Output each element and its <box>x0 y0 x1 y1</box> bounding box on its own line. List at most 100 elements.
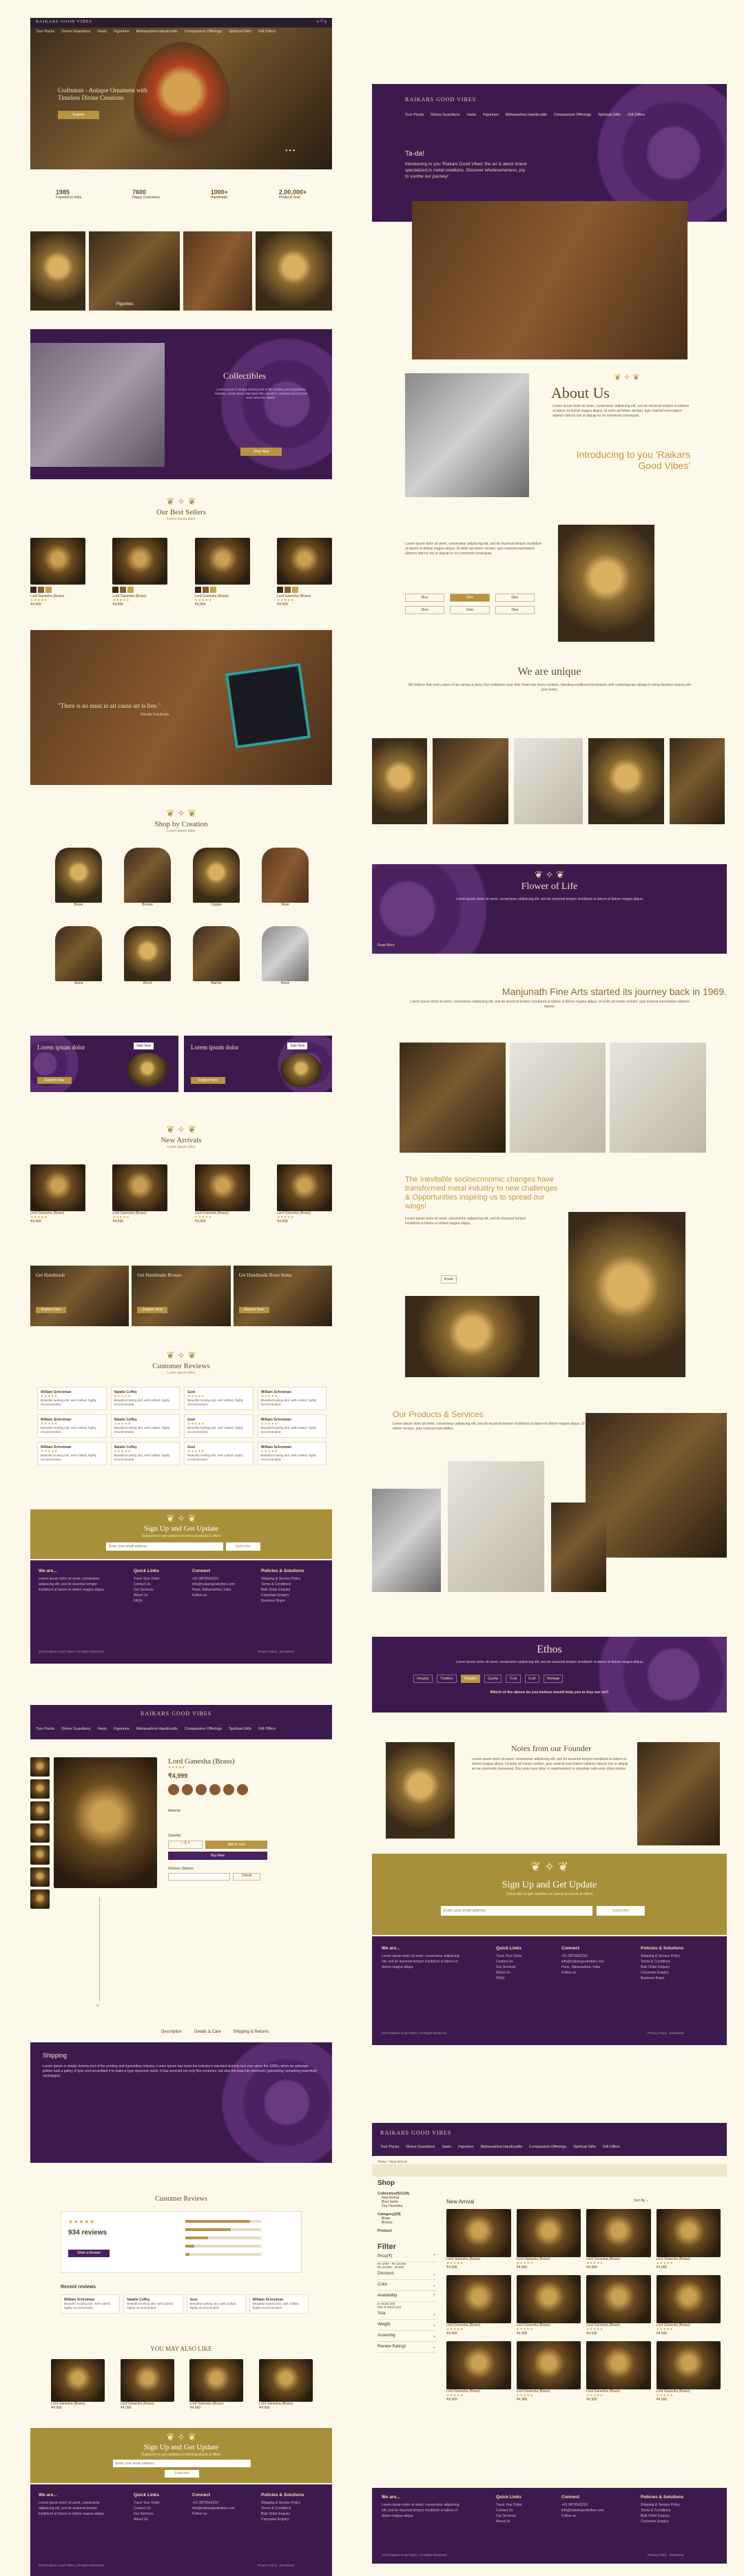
product-card[interactable]: Lord Ganesha (Brass) ★★★★★ ₹4,999 <box>516 2275 581 2336</box>
filter-size[interactable]: Size ⌄ <box>378 2309 436 2320</box>
changes-know-button[interactable]: Know <box>441 1275 457 1284</box>
promo-explore-button[interactable]: Explore Now <box>191 1077 225 1084</box>
subscribe-button[interactable]: Subscribe <box>226 1542 260 1551</box>
creation-item[interactable]: Silver <box>262 848 309 907</box>
nav-item[interactable]: Compassion Offerings <box>185 1727 222 1731</box>
nav-item[interactable]: Spiritual Gifts <box>573 2145 596 2149</box>
nav-item[interactable]: Maharashtra Handicrafts <box>136 1727 178 1731</box>
footer-link[interactable]: Corporate Enquiry <box>261 1593 304 1598</box>
variant-option[interactable] <box>209 1784 220 1795</box>
promo-card[interactable]: Lorem ipsum dolor Sale Now Explore Now <box>184 1036 332 1092</box>
footer-link[interactable]: Terms & Conditions <box>261 1582 304 1587</box>
filter-weight[interactable]: Weight ⌄ <box>378 2320 436 2331</box>
ethos-tab[interactable]: Heritage <box>543 1675 564 1683</box>
sort-dropdown[interactable]: Sort By ⌄ <box>634 2199 649 2203</box>
product-card[interactable]: Lord Ganesha (Brass) ★★★★★ ₹4,999 <box>656 2275 721 2336</box>
footer-bottom-links[interactable]: Privacy Policy Disclaimer <box>648 2553 684 2557</box>
newsletter-email-input[interactable] <box>106 1542 223 1551</box>
category-tile[interactable] <box>30 231 85 311</box>
footer-link[interactable]: Contact Us <box>134 1582 160 1587</box>
banner-button[interactable]: Explore Now <box>36 1307 66 1313</box>
nav-item[interactable]: Maharashtra Handicrafts <box>481 2145 522 2149</box>
nav-item[interactable]: Divine Guardians <box>406 2145 435 2149</box>
ethos-tab[interactable]: Passion <box>461 1675 480 1683</box>
nav-item[interactable]: Spiritual Gifts <box>598 113 621 117</box>
quantity-stepper[interactable]: − 1 + <box>168 1841 203 1849</box>
banner-card[interactable]: Get Handmade Explore Now <box>30 1266 130 1326</box>
filter-availability[interactable]: Availability ⌃ <box>378 2291 436 2302</box>
filter-discount[interactable]: Discount ⌄ <box>378 2269 436 2280</box>
product-card[interactable]: Lord Ganesha (Brass) ★★★★★ ₹4,999 <box>586 2209 651 2270</box>
variant-option[interactable] <box>237 1784 248 1795</box>
write-review-button[interactable]: Write a Review <box>68 2250 110 2257</box>
nav-item[interactable]: Tour Packs <box>36 30 54 34</box>
tab-shipping[interactable]: Shipping & Returns <box>234 2030 269 2034</box>
product-card[interactable]: Lord Ganesha (Brass) ★★★★★ ₹4,999 <box>446 2209 511 2270</box>
ethos-tab[interactable]: Trust <box>506 1675 521 1683</box>
category-tile[interactable] <box>256 231 332 311</box>
creation-item[interactable]: Stone <box>55 926 102 985</box>
product-card[interactable]: Lord Ganesha (Brass) ★★★★★ ₹4,999 <box>112 1164 168 1224</box>
product-card[interactable]: Lord Ganesha (Brass) ★★★★★ ₹4,999 <box>516 2341 581 2402</box>
nav-item[interactable]: Figurines <box>114 30 130 34</box>
creation-item[interactable]: Copper <box>193 848 240 907</box>
creation-item[interactable]: Wood <box>124 926 171 985</box>
variant-option[interactable] <box>196 1784 207 1795</box>
product-card[interactable]: Lord Ganesha (Brass) ★★★★★ ₹4,999 <box>516 2209 581 2270</box>
banner-button[interactable]: Explore Now <box>137 1307 168 1313</box>
footer-link[interactable]: Bulk Order Enquiry <box>261 1587 304 1593</box>
check-button[interactable]: Check <box>233 1873 260 1881</box>
nav-item[interactable]: Figurines <box>458 2145 474 2149</box>
thumbnail[interactable] <box>30 1757 50 1777</box>
product-card[interactable]: Lord Ganesha (Brass) ★★★★★ ₹4,999 <box>194 1164 250 1224</box>
nav-item[interactable]: Tour Packs <box>405 113 424 117</box>
newsletter-email-input[interactable] <box>441 1906 592 1916</box>
variant-option[interactable] <box>223 1784 234 1795</box>
filter-color[interactable]: Color ⌄ <box>378 2280 436 2291</box>
thumbnail[interactable] <box>30 1889 50 1909</box>
nav-item[interactable]: Compassion Offerings <box>529 2145 566 2149</box>
product-card[interactable]: Lord Ganesha (Brass) ★★★★★ ₹4,999 <box>276 538 332 627</box>
product-card[interactable]: Lord Ganesha (Brass) ★★★★★ ₹4,999 <box>586 2275 651 2336</box>
pincode-input[interactable] <box>168 1873 230 1881</box>
nav-item[interactable]: Figurines <box>483 113 499 117</box>
creation-item[interactable]: Bronze <box>124 848 171 907</box>
promo-explore-button[interactable]: Explore Now <box>37 1077 72 1084</box>
thumbnail[interactable] <box>30 1867 50 1887</box>
ethos-tab[interactable]: Integrity <box>413 1675 433 1683</box>
option-chip[interactable]: Divo <box>495 606 535 614</box>
footer-bottom-links[interactable]: Privacy Policy Disclaimer <box>258 2564 294 2567</box>
filter-ratings[interactable]: Review Ratings ⌄ <box>378 2342 436 2353</box>
banner-card[interactable]: Get Handmade Brass Items Explore Now <box>233 1266 332 1326</box>
logo[interactable]: RAIKARS GOOD VIBES <box>36 20 92 24</box>
product-card[interactable]: Lord Ganesha (Brass) ★★★★★ ₹4,999 <box>276 1164 332 1224</box>
category-tile[interactable] <box>183 231 252 311</box>
thumbnail[interactable] <box>30 1823 50 1843</box>
product-card[interactable]: Lord Ganesha (Brass) ★★★★★ ₹4,999 <box>194 538 250 627</box>
footer-link[interactable]: About Us <box>134 1593 160 1598</box>
nav-item[interactable]: Gift Offers <box>258 30 276 34</box>
product-card[interactable]: Lord Ganesha (Brass) ★★★★★ ₹4,999 <box>30 538 85 627</box>
thumbnail[interactable] <box>30 1779 50 1799</box>
product-card[interactable]: Lord Ganesha (Brass) ★★★★★ ₹4,999 <box>30 1164 85 1224</box>
logo[interactable]: RAIKARS GOOD VIBES <box>380 2130 451 2136</box>
tab-details[interactable]: Details & Care <box>194 2030 221 2034</box>
option-chip[interactable]: Divo <box>405 594 445 602</box>
product-card[interactable]: Lord Ganesha (Brass) ₹4,999 <box>51 2359 105 2410</box>
footer-link[interactable]: Track Your Order <box>134 1576 160 1582</box>
filter-price[interactable]: Price(₹) ⌃ <box>378 2251 436 2262</box>
carousel-dots[interactable]: ● ● ● <box>285 149 295 153</box>
flower-read-more-link[interactable]: Read More <box>378 943 395 947</box>
nav-item[interactable]: Divine Guardians <box>431 113 459 117</box>
nav-item[interactable]: Compassion Offerings <box>185 30 222 34</box>
nav-item[interactable]: Gift Offers <box>628 113 645 117</box>
nav-item[interactable]: Compassion Offerings <box>554 113 591 117</box>
category-tile[interactable]: Figurines <box>89 231 180 311</box>
subscribe-button[interactable]: Subscribe <box>597 1906 645 1916</box>
variant-option[interactable] <box>182 1784 193 1795</box>
add-to-cart-button[interactable]: Add to Cart <box>205 1841 267 1849</box>
footer-link[interactable]: Business Buyer <box>261 1598 304 1604</box>
newsletter-email-input[interactable] <box>113 2460 251 2467</box>
nav-item[interactable]: Figurines <box>114 1727 130 1731</box>
option-chip[interactable]: Divo <box>450 594 490 602</box>
